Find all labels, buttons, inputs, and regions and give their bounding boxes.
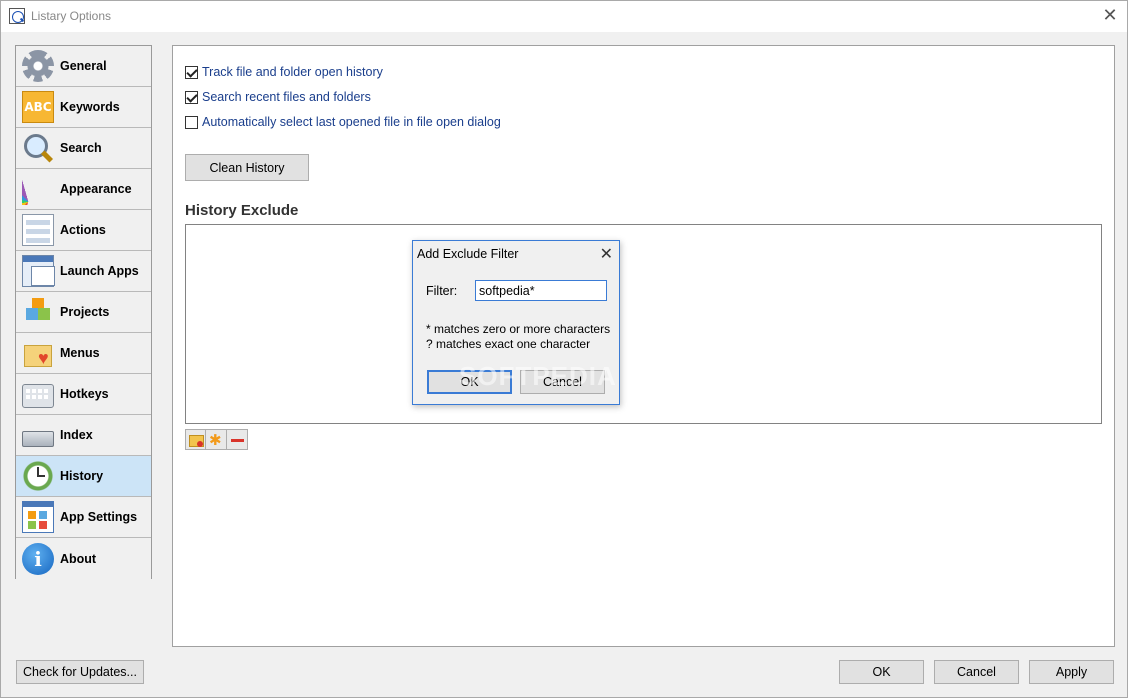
- cubes-icon: [22, 296, 54, 328]
- sidebar-item-menus[interactable]: Menus: [16, 333, 151, 374]
- sidebar-item-label: Actions: [60, 223, 106, 237]
- search-recent-checkbox[interactable]: [185, 90, 198, 104]
- sidebar-item-label: Keywords: [60, 100, 120, 114]
- checkbox-label: Automatically select last opened file in…: [202, 115, 501, 129]
- sidebar-item-actions[interactable]: Actions: [16, 210, 151, 251]
- sidebar-item-label: Projects: [60, 305, 110, 319]
- sidebar-item-label: App Settings: [60, 510, 138, 524]
- clock-icon: [22, 460, 54, 492]
- apply-button[interactable]: Apply: [1029, 660, 1114, 684]
- sidebar-item-label: Hotkeys: [60, 387, 109, 401]
- wildcard-hint-star: * matches zero or more characters: [426, 322, 611, 336]
- filter-label: Filter:: [426, 284, 458, 298]
- sidebar-item-label: Launch Apps: [60, 264, 139, 278]
- sidebar-item-keywords[interactable]: ABC Keywords: [16, 87, 151, 128]
- sidebar-item-general[interactable]: General: [16, 46, 151, 87]
- exclude-list-toolbar: [185, 429, 248, 450]
- options-window: Listary Options ✕ General ABC Keywords S…: [0, 0, 1128, 698]
- dialog-ok-button[interactable]: OK: [427, 370, 512, 394]
- sidebar-item-label: Menus: [60, 346, 100, 360]
- abc-icon: ABC: [22, 91, 54, 123]
- close-icon[interactable]: ✕: [600, 244, 613, 263]
- dialog-body: Filter: * matches zero or more character…: [413, 267, 619, 404]
- close-icon[interactable]: ✕: [1099, 5, 1121, 27]
- sidebar-item-projects[interactable]: Projects: [16, 292, 151, 333]
- sidebar-item-index[interactable]: Index: [16, 415, 151, 456]
- check-for-updates-button[interactable]: Check for Updates...: [16, 660, 144, 684]
- dialog-cancel-button[interactable]: Cancel: [520, 370, 605, 394]
- dialog-title: Add Exclude Filter: [417, 247, 519, 261]
- add-folder-exclude-icon[interactable]: [185, 429, 206, 450]
- history-exclude-list[interactable]: [185, 224, 1102, 424]
- title-bar: Listary Options ✕: [1, 1, 1127, 32]
- info-icon: i: [22, 542, 54, 575]
- sidebar-item-appearance[interactable]: Appearance: [16, 169, 151, 210]
- drive-icon: [22, 431, 54, 447]
- history-exclude-heading: History Exclude: [185, 202, 299, 219]
- sidebar-item-history[interactable]: History: [16, 456, 151, 497]
- sidebar-item-label: History: [60, 469, 104, 483]
- app-icon: [9, 8, 25, 24]
- sidebar-item-about[interactable]: i About: [16, 538, 151, 579]
- auto-select-option[interactable]: Automatically select last opened file in…: [185, 115, 501, 129]
- add-exclude-filter-dialog: Add Exclude Filter ✕ Filter: * matches z…: [412, 240, 620, 405]
- clean-history-button[interactable]: Clean History: [185, 154, 309, 181]
- color-swatch-icon: [22, 173, 54, 205]
- sidebar: General ABC Keywords Search Appearance A…: [15, 45, 152, 579]
- gear-icon: [22, 50, 54, 82]
- sidebar-item-label: Appearance: [60, 182, 132, 196]
- menu-list-icon: [22, 214, 54, 246]
- checkbox-label: Search recent files and folders: [202, 90, 371, 104]
- remove-icon[interactable]: [227, 429, 248, 450]
- checkbox-label: Track file and folder open history: [202, 65, 383, 79]
- add-wildcard-filter-icon[interactable]: [206, 429, 227, 450]
- track-history-checkbox[interactable]: [185, 65, 198, 79]
- app-grid-icon: [22, 501, 54, 533]
- sidebar-item-app-settings[interactable]: App Settings: [16, 497, 151, 538]
- filter-input[interactable]: [475, 280, 607, 301]
- sidebar-item-search[interactable]: Search: [16, 128, 151, 169]
- track-history-option[interactable]: Track file and folder open history: [185, 65, 383, 79]
- app-windows-icon: [22, 255, 55, 287]
- window-title: Listary Options: [31, 9, 112, 23]
- ok-button[interactable]: OK: [839, 660, 924, 684]
- auto-select-checkbox[interactable]: [185, 115, 198, 129]
- sidebar-item-hotkeys[interactable]: Hotkeys: [16, 374, 151, 415]
- wildcard-hint-question: ? matches exact one character: [426, 337, 591, 351]
- folder-heart-icon: [22, 337, 54, 369]
- magnifier-icon: [22, 132, 54, 164]
- sidebar-item-label: About: [60, 551, 97, 566]
- history-settings-panel: Track file and folder open history Searc…: [172, 45, 1115, 647]
- sidebar-item-label: Index: [60, 428, 93, 442]
- cancel-button[interactable]: Cancel: [934, 660, 1019, 684]
- keyboard-icon: [22, 384, 54, 408]
- search-recent-option[interactable]: Search recent files and folders: [185, 90, 371, 104]
- sidebar-item-label: General: [60, 59, 107, 73]
- sidebar-item-label: Search: [60, 141, 102, 155]
- sidebar-item-launch-apps[interactable]: Launch Apps: [16, 251, 151, 292]
